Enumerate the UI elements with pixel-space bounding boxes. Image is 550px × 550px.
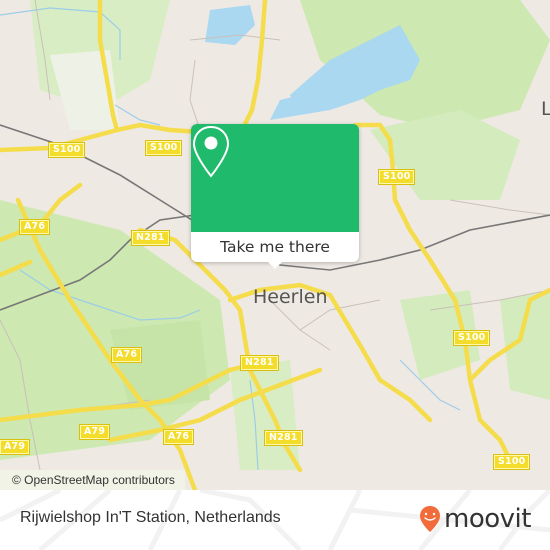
lake <box>205 5 255 45</box>
location-popup: Take me there <box>191 124 359 269</box>
map-pin-icon <box>192 125 230 178</box>
road-shield-a79: A79 <box>78 424 111 440</box>
popup-header <box>191 124 359 232</box>
road-shield-a79: A79 <box>0 439 31 455</box>
road-shield-n281: N281 <box>240 355 279 371</box>
minor-road <box>189 34 281 131</box>
moovit-logo[interactable]: moovit <box>419 504 531 534</box>
popup-pointer <box>268 262 282 269</box>
road-shield-a76: A76 <box>162 429 195 445</box>
moovit-wordmark: moovit <box>444 504 531 534</box>
city-label-heerlen: Heerlen <box>253 286 328 308</box>
road-shield-s100: S100 <box>377 169 416 185</box>
park-area <box>500 290 550 400</box>
road-shield-a76: A76 <box>110 347 143 363</box>
road-shield-s100: S100 <box>452 330 491 346</box>
road-shield-s100: S100 <box>492 454 531 470</box>
road-shield-a76: A76 <box>18 219 51 235</box>
city-label-partial: La <box>541 98 550 120</box>
footer: Rijwielshop In'T Station, Netherlands mo… <box>0 490 550 550</box>
road-shield-n281: N281 <box>264 430 303 446</box>
moovit-pin-icon <box>420 506 440 532</box>
map[interactable]: S100 S100 S100 S100 S100 A76 A76 A76 N28… <box>0 0 550 490</box>
lake <box>270 95 300 120</box>
take-me-there-button[interactable]: Take me there <box>191 232 359 262</box>
map-attribution[interactable]: © OpenStreetMap contributors <box>0 470 185 490</box>
road-shield-n281: N281 <box>131 230 170 246</box>
road-shield-s100: S100 <box>47 142 86 158</box>
road-shield-s100: S100 <box>144 140 183 156</box>
place-name: Rijwielshop In'T Station, Netherlands <box>20 509 281 526</box>
